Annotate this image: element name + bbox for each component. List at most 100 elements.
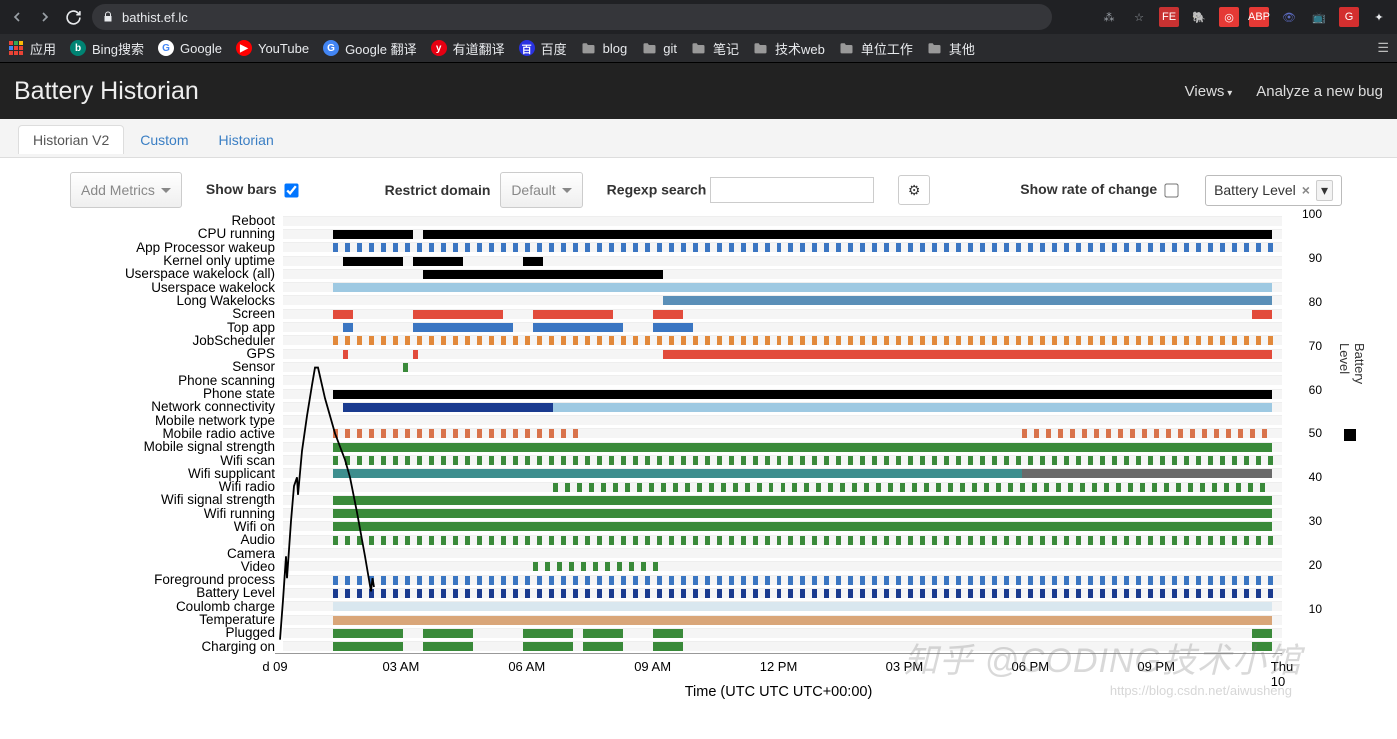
metric-track[interactable] [283, 548, 1282, 558]
x-tick: 06 PM [1011, 659, 1049, 674]
bookmark-label: git [663, 41, 677, 56]
analyze-link[interactable]: Analyze a new bug [1256, 83, 1383, 100]
metric-track[interactable] [283, 322, 1282, 332]
folder-icon [691, 40, 707, 56]
metric-row: CPU running [0, 227, 1342, 240]
bookmark-应用[interactable]: 应用 [8, 39, 56, 58]
metric-track[interactable] [283, 269, 1282, 279]
metric-track[interactable] [283, 216, 1282, 226]
metric-track[interactable] [283, 442, 1282, 452]
metric-track[interactable] [283, 535, 1282, 545]
bookmark-百度[interactable]: 百百度 [519, 39, 567, 58]
metric-track[interactable] [283, 349, 1282, 359]
puzzle-icon[interactable]: ✦ [1369, 7, 1389, 27]
eye-ext[interactable]: 👁 [1279, 7, 1299, 27]
star-icon[interactable]: ☆ [1129, 7, 1149, 27]
bookmark-Google 翻译[interactable]: GGoogle 翻译 [323, 39, 417, 58]
close-icon[interactable]: × [1302, 182, 1310, 198]
metric-row: Mobile signal strength [0, 440, 1342, 453]
back-icon[interactable] [8, 8, 26, 26]
translate-icon[interactable]: ⁂ [1099, 7, 1119, 27]
bookmark-label: 其他 [949, 39, 975, 58]
tab-historian[interactable]: Historian [205, 126, 288, 154]
bookmark-label: 应用 [30, 39, 56, 58]
metric-row: App Processor wakeup [0, 241, 1342, 254]
tab-custom[interactable]: Custom [126, 126, 202, 154]
metric-track[interactable] [283, 375, 1282, 385]
bookmark-Google[interactable]: GGoogle [158, 40, 222, 56]
metric-track[interactable] [283, 641, 1282, 651]
metric-track[interactable] [283, 389, 1282, 399]
metric-row: Audio [0, 533, 1342, 546]
fe-ext[interactable]: FE [1159, 7, 1179, 27]
restrict-domain-select[interactable]: Default [500, 172, 582, 208]
tv-ext[interactable]: 📺 [1309, 7, 1329, 27]
rate-checkbox[interactable] [1164, 183, 1178, 197]
y-axis: Battery Level 100908070605040302010 [1282, 214, 1322, 653]
bookmark-笔记[interactable]: 笔记 [691, 39, 739, 58]
reload-icon[interactable] [64, 8, 82, 26]
metric-row: Userspace wakelock (all) [0, 267, 1342, 280]
bookmark-label: 技术web [775, 39, 825, 58]
app-title: Battery Historian [14, 77, 199, 106]
reading-list-icon[interactable]: ☰ [1377, 40, 1389, 56]
metric-track[interactable] [283, 495, 1282, 505]
series-pill[interactable]: Battery Level×▾ [1205, 175, 1342, 206]
spiral-ext[interactable]: ◎ [1219, 7, 1239, 27]
chart-toolbar: Add Metrics Show bars Restrict domain De… [0, 158, 1397, 214]
abp-ext[interactable]: ABP [1249, 7, 1269, 27]
regexp-input[interactable] [710, 177, 874, 203]
settings-button[interactable]: ⚙ [898, 175, 930, 205]
metric-row: Network connectivity [0, 400, 1342, 413]
site-icon: ▶ [236, 40, 252, 56]
metric-track[interactable] [283, 628, 1282, 638]
metric-track[interactable] [283, 229, 1282, 239]
bookmark-其他[interactable]: 其他 [927, 39, 975, 58]
bookmark-YouTube[interactable]: ▶YouTube [236, 40, 309, 56]
metric-track[interactable] [283, 561, 1282, 571]
bookmark-git[interactable]: git [641, 40, 677, 56]
y-tick: 80 [1309, 295, 1322, 309]
metric-track[interactable] [283, 362, 1282, 372]
metric-track[interactable] [283, 601, 1282, 611]
metric-track[interactable] [283, 335, 1282, 345]
metric-row: Plugged [0, 626, 1342, 639]
gear-icon: ⚙ [908, 182, 921, 199]
metric-track[interactable] [283, 415, 1282, 425]
metric-track[interactable] [283, 402, 1282, 412]
add-metrics-button[interactable]: Add Metrics [70, 172, 182, 208]
metric-track[interactable] [283, 615, 1282, 625]
g-ext[interactable]: G [1339, 7, 1359, 27]
metric-track[interactable] [283, 295, 1282, 305]
metric-track[interactable] [283, 242, 1282, 252]
bookmark-Bing搜索[interactable]: bBing搜索 [70, 39, 144, 58]
metric-track[interactable] [283, 468, 1282, 478]
evernote-ext[interactable]: 🐘 [1189, 7, 1209, 27]
forward-icon[interactable] [36, 8, 54, 26]
metric-row: Battery Level [0, 586, 1342, 599]
metric-track[interactable] [283, 309, 1282, 319]
metric-track[interactable] [283, 282, 1282, 292]
address-bar[interactable]: bathist.ef.lc [92, 4, 1052, 30]
metric-track[interactable] [283, 455, 1282, 465]
folder-icon [641, 40, 657, 56]
folder-icon [839, 40, 855, 56]
metric-track[interactable] [283, 588, 1282, 598]
metric-track[interactable] [283, 428, 1282, 438]
bookmark-单位工作[interactable]: 单位工作 [839, 39, 913, 58]
metric-row: Top app [0, 320, 1342, 333]
metric-row: Charging on [0, 640, 1342, 653]
metric-track[interactable] [283, 575, 1282, 585]
metric-track[interactable] [283, 256, 1282, 266]
rate-label: Show rate of change [1020, 181, 1157, 197]
bookmark-blog[interactable]: blog [581, 40, 628, 56]
chevron-down-icon[interactable]: ▾ [1316, 180, 1333, 201]
metric-track[interactable] [283, 521, 1282, 531]
metric-track[interactable] [283, 482, 1282, 492]
views-dropdown[interactable]: Views ▾ [1185, 83, 1233, 100]
bookmark-技术web[interactable]: 技术web [753, 39, 825, 58]
bookmark-有道翻译[interactable]: y有道翻译 [431, 39, 505, 58]
metric-track[interactable] [283, 508, 1282, 518]
show-bars-checkbox[interactable] [284, 183, 298, 197]
tab-historian-v2[interactable]: Historian V2 [18, 125, 124, 154]
